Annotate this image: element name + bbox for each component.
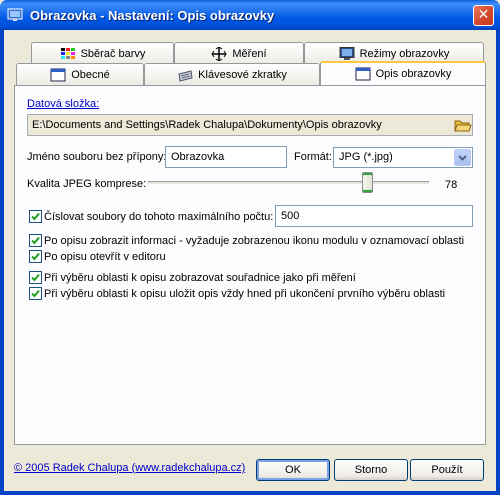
window-title: Obrazovka - Nastavení: Opis obrazovky (30, 8, 275, 23)
data-folder-path: E:\Documents and Settings\Radek Chalupa\… (27, 114, 473, 136)
close-icon: ✕ (477, 7, 490, 23)
keyboard-icon (178, 69, 193, 82)
close-button[interactable]: ✕ (473, 5, 494, 26)
tab-keyboard-shortcuts[interactable]: Klávesové zkratky (144, 63, 320, 85)
check-icon (31, 236, 40, 245)
window-border (0, 30, 4, 495)
copyright-link[interactable]: © 2005 Radek Chalupa (www.radekchalupa.c… (14, 462, 245, 474)
color-grid-icon (60, 47, 75, 59)
jpeg-quality-value: 78 (445, 179, 458, 191)
open-folder-icon[interactable] (454, 116, 472, 134)
window-border (0, 491, 500, 495)
check-icon (31, 212, 40, 221)
number-files-label: Číslovat soubory do tohoto maximálního p… (44, 211, 274, 223)
save-immediately-checkbox[interactable] (29, 287, 42, 300)
number-files-input[interactable]: 500 (275, 205, 473, 227)
tab-screen-capture[interactable]: Opis obrazovky (320, 61, 486, 85)
check-icon (31, 289, 40, 298)
title-bar[interactable]: Obrazovka - Nastavení: Opis obrazovky ✕ (0, 0, 500, 30)
check-icon (31, 252, 40, 261)
monitor-icon (339, 46, 355, 60)
jpeg-quality-label: Kvalita JPEG komprese: (27, 178, 147, 190)
format-select-value: JPG (*.jpg) (339, 151, 393, 163)
save-immediately-label: Při výběru oblasti k opisu uložit opis v… (44, 288, 446, 300)
tab-panel (14, 85, 486, 445)
number-files-checkbox[interactable] (29, 210, 42, 223)
format-select[interactable]: JPG (*.jpg) (333, 147, 473, 168)
window-icon (50, 68, 66, 81)
jpeg-quality-slider-track[interactable] (148, 181, 429, 185)
open-editor-checkbox[interactable] (29, 250, 42, 263)
tab-color-picker[interactable]: Sběrač barvy (31, 42, 174, 64)
tab-label: Měření (232, 47, 267, 60)
cancel-button[interactable]: Storno (334, 459, 408, 481)
tab-label: Opis obrazovky (375, 68, 452, 80)
ok-button[interactable]: OK (256, 459, 330, 481)
tab-label: Klávesové zkratky (198, 68, 287, 81)
screen-capture-icon (355, 67, 371, 81)
check-icon (31, 273, 40, 282)
open-editor-label: Po opisu otevřít v editoru (44, 251, 166, 263)
filename-input[interactable]: Obrazovka (165, 146, 287, 168)
app-icon (7, 8, 23, 21)
measure-cross-icon (211, 46, 227, 61)
jpeg-quality-slider-thumb[interactable] (361, 172, 373, 193)
tab-general[interactable]: Obecné (16, 63, 144, 85)
show-coords-label: Při výběru oblasti k opisu zobrazovat so… (44, 272, 356, 284)
show-info-label: Po opisu zobrazit informaci - vyžaduje z… (44, 235, 465, 247)
tab-label: Obecné (71, 68, 110, 81)
data-folder-link[interactable]: Datová složka: (27, 98, 99, 110)
show-info-checkbox[interactable] (29, 234, 42, 247)
tab-measure[interactable]: Měření (174, 42, 304, 64)
tab-label: Režimy obrazovky (359, 47, 450, 60)
chevron-down-icon[interactable] (454, 149, 471, 166)
tab-label: Sběrač barvy (80, 47, 146, 60)
show-coords-checkbox[interactable] (29, 271, 42, 284)
filename-label: Jméno souboru bez přípony: (27, 151, 167, 163)
apply-button[interactable]: Použít (410, 459, 484, 481)
window-border (496, 30, 500, 495)
format-label: Formát: (294, 151, 332, 163)
